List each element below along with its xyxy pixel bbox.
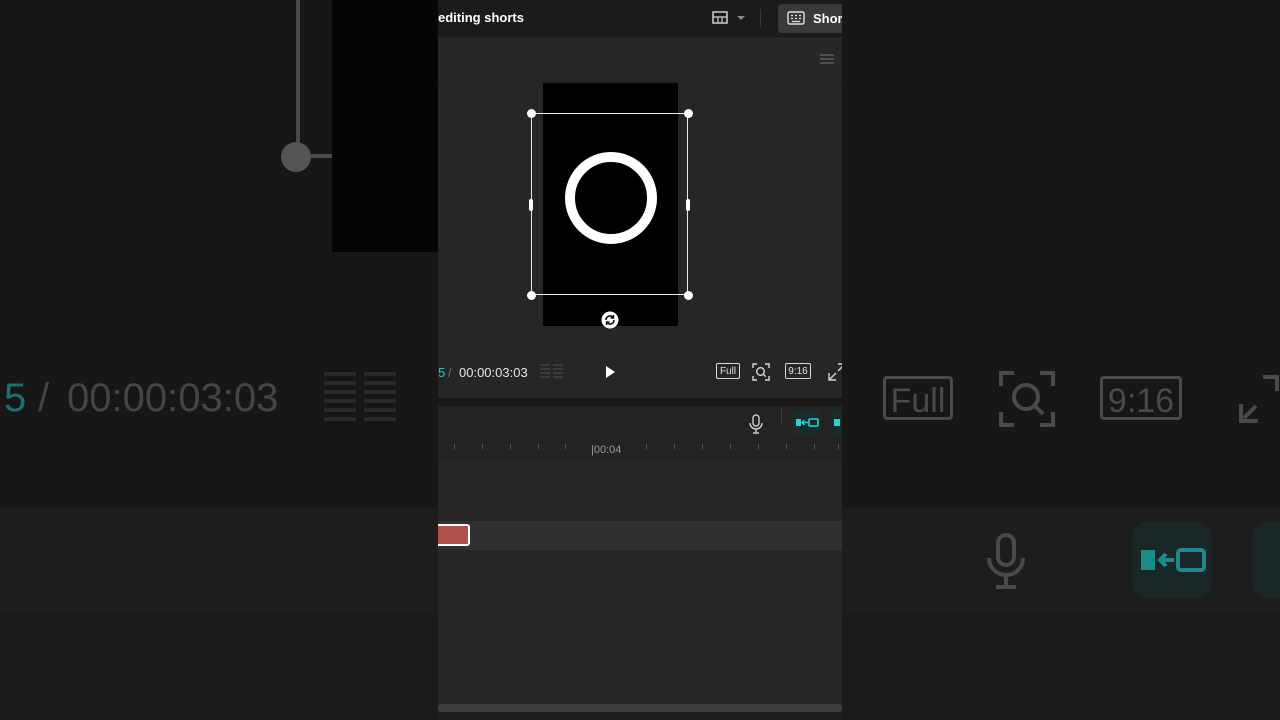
ruler-label-4s: |00:04 (591, 444, 622, 456)
play-button[interactable] (603, 365, 617, 379)
bg-zoom-icon (998, 370, 1056, 433)
hamburger-menu-icon[interactable] (820, 52, 834, 64)
ruler-tick (702, 444, 703, 449)
resize-handle-left[interactable] (529, 199, 533, 211)
ruler-tick (482, 444, 483, 449)
bg-microphone-icon (984, 532, 1028, 595)
video-track[interactable] (438, 521, 842, 550)
editor-window: editing shorts Shor 5 / 00:00:03:03 Full… (438, 0, 842, 720)
bg-magnet-button-2 (1252, 522, 1280, 598)
ruler-tick (814, 444, 815, 449)
toolbar-separator (781, 408, 782, 424)
zoom-fit-icon[interactable] (752, 363, 770, 381)
resize-handle-top-right[interactable] (684, 109, 693, 118)
ruler-tick (786, 444, 787, 449)
fullscreen-icon[interactable] (828, 363, 842, 381)
timecode-separator: / (448, 365, 452, 380)
timeline-tracks (438, 462, 842, 704)
bg-guide-vertical (296, 0, 300, 150)
bg-ratio-badge: 9:16 (1100, 376, 1182, 420)
link-icon (834, 419, 840, 426)
selection-frame[interactable] (531, 113, 688, 295)
timeline-ruler: |00:04 (438, 440, 842, 462)
magnet-link-button[interactable] (793, 410, 821, 435)
bg-canvas-fragment (332, 0, 438, 252)
ruler-tick (454, 444, 455, 449)
shortcut-button[interactable]: Shor (778, 4, 842, 33)
ruler-tick (510, 444, 511, 449)
panel-divider (438, 398, 842, 406)
preview-viewer (438, 83, 842, 398)
resize-handle-bottom-left[interactable] (527, 291, 536, 300)
resize-handle-bottom-right[interactable] (684, 291, 693, 300)
player-controls: 5 / 00:00:03:03 Full 9:16 (438, 360, 842, 386)
total-timecode: 00:00:03:03 (459, 365, 528, 380)
ruler-tick (538, 444, 539, 449)
shortcut-label: Shor (813, 11, 842, 26)
timeline-scrollbar[interactable] (438, 704, 842, 712)
bg-time-current: 5 (4, 376, 27, 420)
bg-time-separator: / (38, 376, 50, 420)
ruler-tick (838, 444, 839, 449)
bg-fullscreen-icon (1238, 374, 1280, 429)
project-title: editing shorts (438, 10, 524, 25)
ruler-tick (730, 444, 731, 449)
link-button[interactable] (831, 410, 842, 435)
microphone-icon[interactable] (748, 414, 764, 434)
timeline-grid-icon[interactable] (540, 363, 564, 381)
title-bar: editing shorts Shor (438, 0, 842, 37)
bg-time-total: 00:00:03:03 (67, 376, 279, 420)
bg-grid-icon (324, 372, 356, 424)
timeline-clip[interactable] (438, 524, 470, 546)
timeline-toolbar (438, 406, 842, 440)
ruler-tick (565, 444, 566, 449)
ruler-tick (758, 444, 759, 449)
ruler-tick (674, 444, 675, 449)
bg-full-badge: Full (883, 376, 953, 420)
bg-magnet-button (1132, 522, 1212, 598)
magnet-link-icon (796, 418, 819, 427)
layout-button[interactable] (712, 10, 746, 28)
play-icon (606, 366, 615, 378)
rotate-icon[interactable] (601, 311, 619, 329)
resize-handle-right[interactable] (686, 199, 690, 211)
ruler-tick (646, 444, 647, 449)
scrollbar-track (438, 712, 842, 720)
title-separator (760, 9, 761, 27)
layout-grid-icon (712, 11, 745, 24)
current-timecode: 5 (438, 365, 446, 380)
player-header (438, 38, 842, 81)
full-quality-button[interactable]: Full (716, 363, 740, 379)
aspect-ratio-button[interactable]: 9:16 (785, 363, 811, 379)
keyboard-icon (787, 11, 805, 25)
resize-handle-top-left[interactable] (527, 109, 536, 118)
bg-grid-icon (364, 372, 396, 424)
bg-guide-knob (281, 142, 311, 172)
